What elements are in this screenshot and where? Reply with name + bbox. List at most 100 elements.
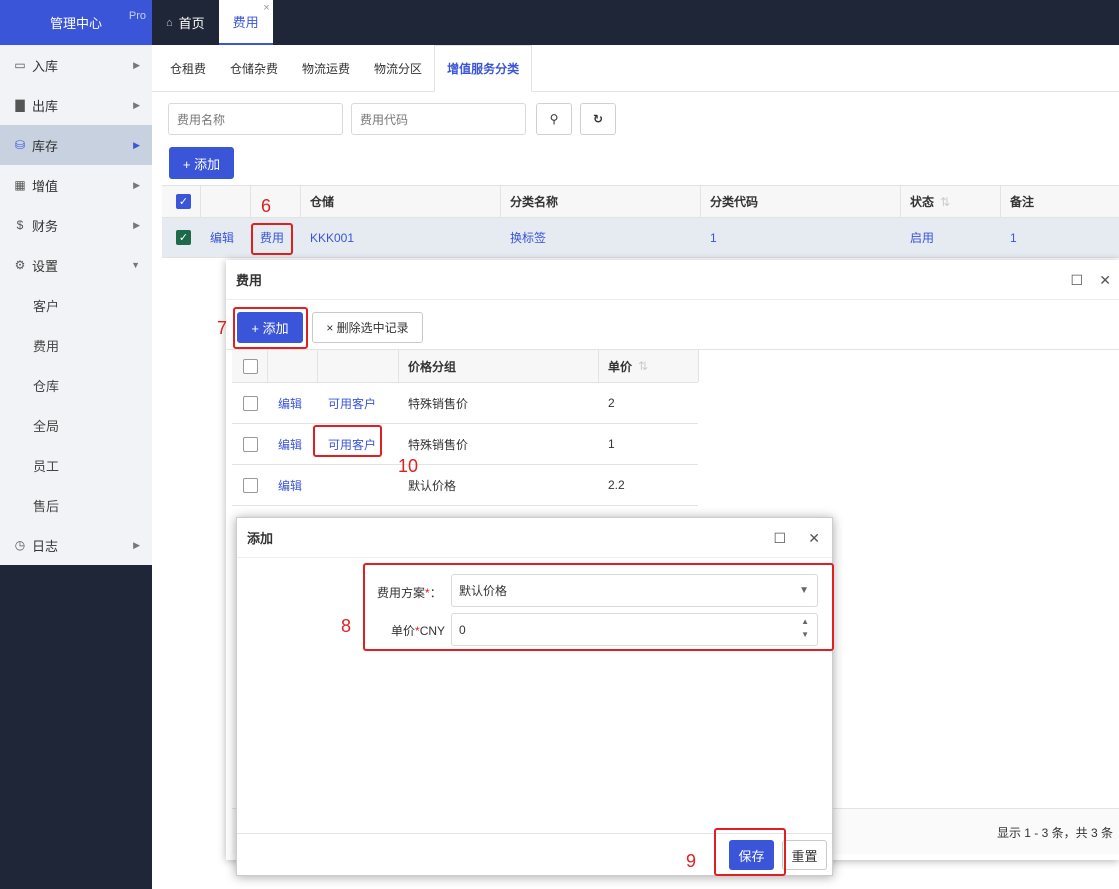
row-edit-link[interactable]: 编辑 [278,424,302,464]
row-unit-price: 2.2 [608,478,625,492]
delete-selected-button[interactable]: × 删除选中记录 [312,312,423,343]
sidebar-item-finance[interactable]: $ 财务 ▶ [0,205,152,245]
subtab-value-added-category[interactable]: 增值服务分类 [434,44,533,92]
select-all-checkbox[interactable]: ✓ [176,194,191,209]
sort-icon[interactable]: ⇅ [940,195,950,209]
row-category-name: 换标签 [510,231,547,245]
caret-right-icon: ▶ [133,99,140,110]
sidebar: 管理中心 Pro ▭ 入库 ▶ ▇ 出库 ▶ ⛁ 库存 ▶ ▦ 增值 ▶ $ 财… [0,0,152,889]
fee-code-input[interactable]: 费用代码 [351,103,526,135]
sidebar-item-label: 增值 [32,178,59,194]
table-row[interactable]: ✓ 编辑 费用 KKK001 换标签 1 启用 1 [162,218,1119,258]
search-button[interactable]: ⚲ [536,103,572,135]
annotation-label-9: 9 [686,851,697,871]
brand-title: 管理中心 [49,16,102,31]
row-unit-price: 2 [608,396,615,410]
maximize-icon[interactable]: ☐ [1070,272,1083,289]
row-checkbox[interactable]: ✓ [176,230,191,245]
grid-icon: ▦ [14,178,26,192]
refresh-icon: ↻ [592,112,604,126]
row-customers-link[interactable]: 可用客户 [328,383,376,423]
table-header: ✓ 仓储 分类名称 分类代码 状态 ⇅ 备注 [162,185,1119,218]
sidebar-item-label: 日志 [32,538,59,554]
annotation-box-10 [313,425,382,457]
sidebar-item-outbound[interactable]: ▇ 出库 ▶ [0,85,152,125]
dialog-title-text: 费用 [236,273,263,288]
sort-icon[interactable]: ⇅ [638,359,648,373]
close-icon[interactable]: ✕ [808,530,820,547]
header-remark[interactable]: 备注 [1010,186,1034,217]
subtab-warehouse-rent[interactable]: 仓租费 [158,45,218,92]
fee-name-input[interactable]: 费用名称 [168,103,343,135]
header-category-name[interactable]: 分类名称 [510,186,558,217]
close-icon[interactable]: × [263,2,269,14]
tab-fees[interactable]: 费用 × [218,0,273,45]
row-select-cell [243,424,258,464]
sidebar-item-settings[interactable]: ⚙ 设置 ▼ [0,245,152,285]
sidebar-subitem-global[interactable]: 全局 [0,405,152,445]
sidebar-item-inventory[interactable]: ⛁ 库存 ▶ [0,125,152,165]
row-edit-link[interactable]: 编辑 [278,383,302,423]
caret-right-icon: ▶ [133,179,140,190]
row-checkbox[interactable] [243,436,258,452]
add-dialog-title: 添加 ☐ ✕ [237,518,832,558]
brand-header: 管理中心 Pro [0,0,152,45]
row-select-cell [243,465,258,505]
subtab-logistics-freight[interactable]: 物流运费 [290,45,362,92]
table-row[interactable]: 编辑 可用客户 特殊销售价 2 [232,383,698,424]
annotation-label-6: 6 [261,196,272,216]
row-unit-price: 1 [608,437,615,451]
row-remark: 1 [1010,230,1017,245]
header-unit-price[interactable]: 单价 ⇅ [608,350,648,382]
header-warehouse[interactable]: 仓储 [310,186,334,217]
top-tab-bar: ⌂ 首页 费用 × [152,0,1119,45]
caret-right-icon: ▶ [133,539,140,550]
tab-label: 费用 [232,15,259,30]
sidebar-subitem-fees[interactable]: 费用 [0,325,152,365]
refresh-button[interactable]: ↻ [580,103,616,135]
caret-down-icon: ▼ [131,260,140,270]
fee-select-all-checkbox[interactable] [243,358,258,374]
sidebar-subitem-staff[interactable]: 员工 [0,445,152,485]
reset-button[interactable]: 重置 [782,840,827,870]
annotation-box-8 [363,563,834,651]
sidebar-item-value-added[interactable]: ▦ 增值 ▶ [0,165,152,205]
table-row[interactable]: 编辑 默认价格 2.2 [232,465,698,506]
annotation-box-9 [714,828,786,876]
add-button[interactable]: + 添加 [169,147,234,179]
row-checkbox[interactable] [243,477,258,493]
sidebar-subitem-customers[interactable]: 客户 [0,285,152,325]
sidebar-item-inbound[interactable]: ▭ 入库 ▶ [0,45,152,85]
sidebar-subitem-warehouse[interactable]: 仓库 [0,365,152,405]
sidebar-menu: ▭ 入库 ▶ ▇ 出库 ▶ ⛁ 库存 ▶ ▦ 增值 ▶ $ 财务 ▶ ⚙ 设置 … [0,45,152,565]
inbox-icon: ▭ [14,58,26,72]
row-checkbox[interactable] [243,395,258,411]
annotation-label-10: 10 [398,456,419,476]
sidebar-subitem-after-sales[interactable]: 售后 [0,485,152,525]
table-row[interactable]: 编辑 可用客户 特殊销售价 1 [232,424,698,465]
fee-dialog-title: 费用 ☐ ✕ [226,260,1119,300]
sidebar-item-label: 出库 [32,98,59,114]
header-category-code[interactable]: 分类代码 [710,186,758,217]
sidebar-item-log[interactable]: ◷ 日志 ▶ [0,525,152,565]
dollar-icon: $ [16,218,24,232]
caret-right-icon: ▶ [133,139,140,150]
tab-home[interactable]: ⌂ 首页 [152,0,219,45]
header-status[interactable]: 状态 ⇅ [910,186,950,217]
pagination-info: 显示 1 - 3 条，共 3 条 [996,826,1113,840]
home-icon: ⌂ [166,16,173,29]
header-price-group[interactable]: 价格分组 [408,350,456,382]
close-icon[interactable]: ✕ [1099,272,1111,289]
cubes-icon: ⛁ [14,138,26,152]
row-status: 启用 [910,231,935,245]
row-edit-link[interactable]: 编辑 [278,465,302,505]
annotation-label-8: 8 [341,616,352,636]
select-all-cell: ✓ [176,186,191,217]
subtab-storage-misc[interactable]: 仓储杂费 [218,45,290,92]
sidebar-item-label: 财务 [32,218,59,234]
row-edit-link[interactable]: 编辑 [210,218,234,257]
dialog-title-text: 添加 [247,531,274,546]
maximize-icon[interactable]: ☐ [773,530,786,547]
row-select-cell: ✓ [176,218,191,257]
subtab-logistics-zone[interactable]: 物流分区 [362,45,434,92]
